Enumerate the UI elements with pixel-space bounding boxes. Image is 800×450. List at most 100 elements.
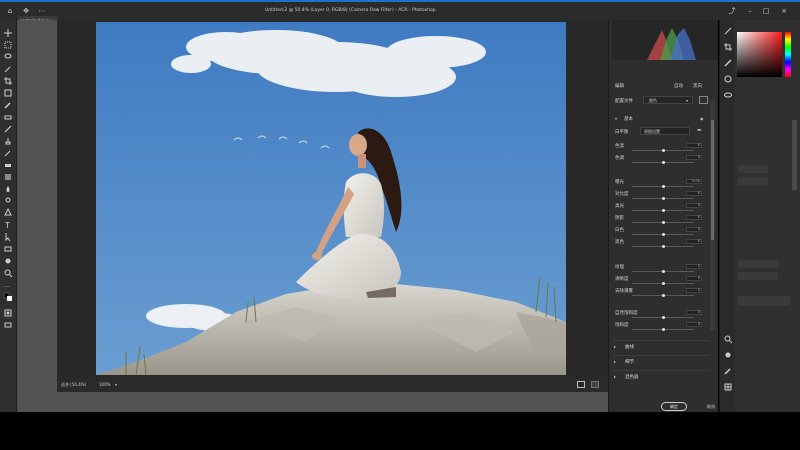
- screen-mode-icon[interactable]: [3, 320, 13, 330]
- panel-item[interactable]: [738, 165, 768, 173]
- pen-icon[interactable]: [3, 207, 13, 218]
- more-tools-icon[interactable]: …: [3, 280, 13, 290]
- red-eye-icon[interactable]: [723, 90, 733, 100]
- hand-icon[interactable]: [3, 256, 13, 266]
- panel-scrollbar[interactable]: [710, 100, 715, 330]
- slider-value-field[interactable]: 0: [686, 227, 702, 232]
- slider-value-field[interactable]: 0: [686, 203, 702, 208]
- history-brush-icon[interactable]: [3, 148, 13, 158]
- hand-icon[interactable]: [723, 350, 733, 360]
- move-icon[interactable]: [3, 28, 13, 38]
- maximize-icon[interactable]: □: [762, 7, 770, 15]
- rectangle-icon[interactable]: [3, 244, 13, 254]
- scrollbar-thumb[interactable]: [711, 120, 714, 240]
- frame-icon[interactable]: [3, 88, 13, 98]
- sampler-icon[interactable]: [723, 366, 733, 376]
- panel-item[interactable]: [738, 260, 778, 268]
- options-icon[interactable]: ⋯: [38, 7, 46, 15]
- spot-removal-icon[interactable]: [723, 58, 733, 68]
- marquee-icon[interactable]: [3, 40, 13, 50]
- slider-knob[interactable]: [661, 233, 665, 236]
- slider-value-field[interactable]: 0: [686, 155, 702, 160]
- crop-rotate-icon[interactable]: [723, 42, 733, 52]
- section-curve[interactable]: ▸ 曲线: [612, 340, 710, 351]
- slider-value-field[interactable]: 0: [686, 264, 702, 269]
- basic-section-title[interactable]: 基本: [624, 116, 633, 122]
- zoom-icon[interactable]: [3, 268, 13, 278]
- foreground-background-color-icon[interactable]: [3, 292, 13, 302]
- slider-knob[interactable]: [661, 245, 665, 248]
- color-picker[interactable]: [737, 32, 782, 77]
- slider-knob[interactable]: [661, 209, 665, 212]
- quick-mask-icon[interactable]: [3, 308, 13, 318]
- home-icon[interactable]: ⌂: [6, 7, 14, 15]
- slider-knob[interactable]: [661, 316, 665, 319]
- move-tool-icon[interactable]: ✥: [22, 7, 30, 15]
- white-balance-dropdown[interactable]: 原照设置: [640, 127, 690, 135]
- gradient-icon[interactable]: [3, 172, 13, 182]
- path-select-icon[interactable]: [3, 232, 13, 242]
- profile-dropdown[interactable]: 颜色 ▾: [643, 96, 693, 104]
- slider-value-field[interactable]: 0: [686, 191, 702, 196]
- grid-icon[interactable]: [723, 382, 733, 392]
- edit-icon[interactable]: [723, 26, 733, 36]
- slider-value-field[interactable]: 0.00: [686, 179, 702, 184]
- slider-value-field[interactable]: 0: [686, 322, 702, 327]
- lasso-icon[interactable]: [3, 52, 13, 62]
- auto-button[interactable]: 自动: [674, 83, 683, 89]
- slider-knob[interactable]: [661, 270, 665, 273]
- share-icon[interactable]: ⤴: [728, 7, 736, 15]
- ok-button[interactable]: 确定: [661, 402, 687, 411]
- dodge-icon[interactable]: [3, 196, 13, 206]
- eyedropper-icon[interactable]: [3, 100, 13, 110]
- panel-item[interactable]: [738, 177, 768, 185]
- slider-knob[interactable]: [661, 282, 665, 285]
- close-icon[interactable]: ×: [780, 7, 788, 15]
- panel-item[interactable]: [738, 272, 778, 280]
- masking-icon[interactable]: [723, 74, 733, 84]
- before-after-icon[interactable]: [577, 381, 585, 388]
- bw-button[interactable]: 黑白: [693, 83, 702, 89]
- slider-label: 清晰度: [615, 277, 629, 282]
- slider-knob[interactable]: [661, 149, 665, 152]
- profile-browser-icon[interactable]: [699, 96, 708, 104]
- white-balance-eyedropper-icon[interactable]: ✒: [697, 127, 702, 134]
- eye-icon[interactable]: ◉: [700, 116, 704, 121]
- slider-value-field[interactable]: 0: [686, 276, 702, 281]
- slider-value-field[interactable]: 0: [686, 288, 702, 293]
- brush-icon[interactable]: [3, 124, 13, 134]
- healing-brush-icon[interactable]: [3, 112, 13, 122]
- section-detail[interactable]: ▸ 细节: [612, 355, 710, 366]
- quick-select-icon[interactable]: [3, 64, 13, 74]
- cancel-button[interactable]: 取消: [700, 403, 722, 411]
- slider-knob[interactable]: [661, 221, 665, 224]
- hue-slider[interactable]: [785, 32, 791, 77]
- far-right-scrollbar[interactable]: [792, 120, 797, 190]
- zoom-icon[interactable]: [723, 334, 733, 344]
- slider-knob[interactable]: [661, 161, 665, 164]
- photo-preview[interactable]: [96, 22, 566, 375]
- type-icon[interactable]: T: [3, 220, 13, 230]
- zoom-value[interactable]: 100%: [99, 382, 110, 387]
- layer-row[interactable]: [738, 296, 790, 306]
- section-color-mixer[interactable]: ▸ 混色器: [612, 370, 710, 381]
- crop-icon[interactable]: [3, 76, 13, 86]
- section-color-mixer-label: 混色器: [625, 375, 639, 380]
- clone-stamp-icon[interactable]: [3, 136, 13, 146]
- split-view-icon[interactable]: [591, 381, 599, 388]
- minimize-icon[interactable]: –: [746, 7, 754, 15]
- slider-value-field[interactable]: 0: [686, 239, 702, 244]
- slider-value-field[interactable]: 0: [686, 143, 702, 148]
- chevron-down-icon[interactable]: ▾: [615, 116, 617, 121]
- slider-knob[interactable]: [661, 197, 665, 200]
- chevron-down-icon[interactable]: ▾: [115, 382, 117, 387]
- slider-value-field[interactable]: 0: [686, 215, 702, 220]
- slider-knob[interactable]: [661, 185, 665, 188]
- blur-icon[interactable]: [3, 184, 13, 194]
- chevron-down-icon: ▾: [686, 98, 689, 103]
- slider-knob[interactable]: [661, 328, 665, 331]
- eraser-icon[interactable]: [3, 160, 13, 170]
- slider-value-field[interactable]: 0: [686, 310, 702, 315]
- slider-knob[interactable]: [661, 294, 665, 297]
- zoom-dropdown[interactable]: 适合 (50.4%): [61, 382, 86, 388]
